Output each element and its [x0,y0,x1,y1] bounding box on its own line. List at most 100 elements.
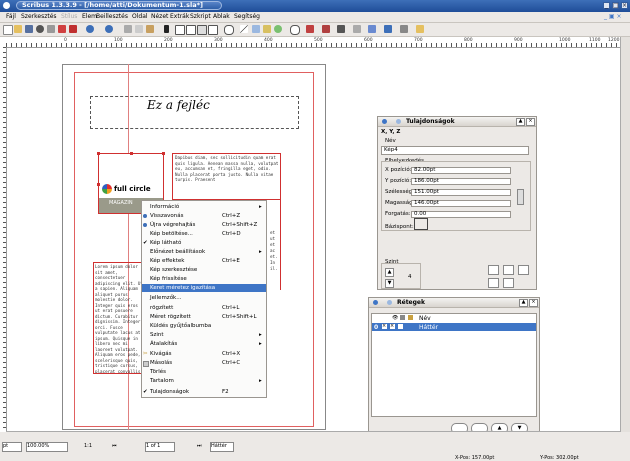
mdi-buttons[interactable]: _ ▣ × [604,13,622,20]
vertical-scrollbar[interactable] [620,37,630,432]
ctx-convert[interactable]: Átalakítás ▸ [142,340,266,348]
zoom-field[interactable]: 100.00% [26,442,68,452]
ctx-copy[interactable]: Másolás Ctrl+C [142,359,266,367]
selection-handle[interactable] [97,183,100,186]
ctx-lock-size[interactable]: Méret rögzített Ctrl+Shift+L [142,313,266,321]
width-field[interactable]: 151.00pt [411,189,511,196]
app-menu-icon[interactable] [3,2,10,9]
raise-button[interactable]: ▲ [385,268,394,277]
paste-icon[interactable] [146,25,154,33]
panel-shade-button[interactable]: ▲ [519,299,528,307]
pdf-annot-icon[interactable] [416,25,424,33]
redo-icon[interactable] [105,25,113,33]
bezier-icon[interactable] [252,25,260,33]
text-frame-left[interactable]: Lorem ipsum dolor sit amet, consectetuer… [93,262,143,374]
menu-view[interactable]: Nézet [151,13,168,20]
copy-props-icon[interactable] [368,25,376,33]
panel-close-button[interactable]: × [529,299,538,307]
menu-extras[interactable]: Extrák [170,13,189,20]
ctx-edit-image[interactable]: Kép szerkesztése [142,266,266,274]
ctx-undo[interactable]: Visszavonás Ctrl+Z [142,212,266,220]
ctx-attributes[interactable]: Jellemzők... [142,294,266,302]
menu-insert[interactable]: Beillesztés [96,13,128,20]
layer-row[interactable]: 0 × × Háttér [372,323,536,331]
zoom-icon[interactable] [290,25,300,35]
ctx-info[interactable]: Információ ▸ [142,203,266,211]
link-frames-icon[interactable] [322,25,330,33]
new-document-icon[interactable] [3,25,13,35]
edit-contents-icon[interactable] [306,25,314,33]
header-text-frame[interactable]: Ez a fejléc [90,96,299,129]
print-icon[interactable] [47,25,55,33]
panel-shade-button[interactable]: ▲ [516,118,525,126]
rotation-field[interactable]: 0.00 [411,211,511,218]
unlink-frames-icon[interactable] [337,25,345,33]
link-size-icon[interactable] [517,189,524,205]
first-page-button[interactable]: ⏮ [112,443,117,449]
selection-handle[interactable] [97,152,100,155]
menu-item[interactable]: Elem [82,13,97,20]
menu-style[interactable]: Stílus [61,13,77,20]
ctx-update-image[interactable]: Kép frissítése [142,275,266,283]
layer-visible-check[interactable]: × [382,324,387,329]
page-field[interactable]: 1 of 1 [145,442,175,452]
panel-close-button[interactable]: × [526,118,535,126]
x-pos-field[interactable]: 82.00pt [411,167,511,174]
ctx-properties[interactable]: ✔ Tulajdonságok F2 [142,388,266,396]
tab-xyz[interactable]: X, Y, Z [381,129,400,135]
name-field[interactable]: Kép4 [381,146,529,155]
lower-button[interactable]: ▼ [385,279,394,288]
unit-select[interactable]: pt [2,442,22,452]
text-frame-icon[interactable] [175,25,185,35]
open-icon[interactable] [14,25,22,33]
ctx-contents[interactable]: Tartalom ▸ [142,377,266,385]
menu-file[interactable]: Fájl [6,13,16,20]
height-field[interactable]: 146.00pt [411,200,511,207]
freehand-icon[interactable] [263,25,271,33]
print-toggle-button[interactable] [503,278,514,288]
line-icon[interactable] [240,25,248,33]
menu-edit[interactable]: Szerkesztés [21,13,57,20]
save-icon[interactable] [25,25,33,33]
pdf-icon[interactable] [69,25,77,33]
basepoint-selector[interactable] [414,218,428,230]
undo-icon[interactable] [86,25,94,33]
zoom-ratio[interactable]: 1:1 [84,443,92,449]
copy-icon[interactable] [135,25,143,33]
ctx-level[interactable]: Szint ▸ [142,331,266,339]
select-icon[interactable] [164,25,169,33]
last-page-button[interactable]: ⏭ [197,443,202,449]
text-frame-right-mid[interactable]: et ut et ac et. In il. [268,200,281,290]
table-icon[interactable] [197,25,207,35]
ctx-cut[interactable]: ✂ Kivágás Ctrl+X [142,350,266,358]
lock-button[interactable] [518,265,529,275]
size-lock-button[interactable] [488,278,499,288]
shape-icon[interactable] [208,25,218,35]
selection-handle[interactable] [130,152,133,155]
close-doc-icon[interactable] [36,25,44,33]
panel-menu-icon[interactable] [373,300,378,305]
pdf-tools-icon[interactable] [400,25,408,33]
eyedropper-icon[interactable] [384,25,392,33]
text-frame-right-top[interactable]: Dapibus diam, sec sollicitudin quam erat… [172,153,281,200]
layer-lock-check[interactable] [398,324,403,329]
selection-handle[interactable] [162,152,165,155]
y-pos-field[interactable]: 186.00pt [411,178,511,185]
cut-icon[interactable] [124,25,132,33]
ctx-delete[interactable]: Törlés [142,368,266,376]
panel-menu-icon[interactable] [382,119,387,124]
layer-select[interactable]: Háttér [210,442,234,452]
ctx-preview-settings[interactable]: Előnézet beállítások ▸ [142,248,266,256]
menu-page[interactable]: Oldal [132,13,148,20]
maximize-button[interactable]: □ [612,2,619,9]
menu-window[interactable]: Ablak [213,13,230,20]
close-button[interactable]: × [621,2,628,9]
rotate-icon[interactable] [274,25,282,33]
layers-header[interactable]: Rétegek ▲ × [369,298,539,308]
menu-script[interactable]: Szkript [190,13,211,20]
ctx-image-effects[interactable]: Kép effektek Ctrl+E [142,257,266,265]
properties-header[interactable]: Tulajdonságok ▲ × [378,117,536,127]
preflight-icon[interactable] [58,25,66,33]
ctx-image-visible[interactable]: ✔ Kép látható [142,239,266,247]
ctx-adjust-frame[interactable]: Keret méretez igazítása [142,284,266,292]
